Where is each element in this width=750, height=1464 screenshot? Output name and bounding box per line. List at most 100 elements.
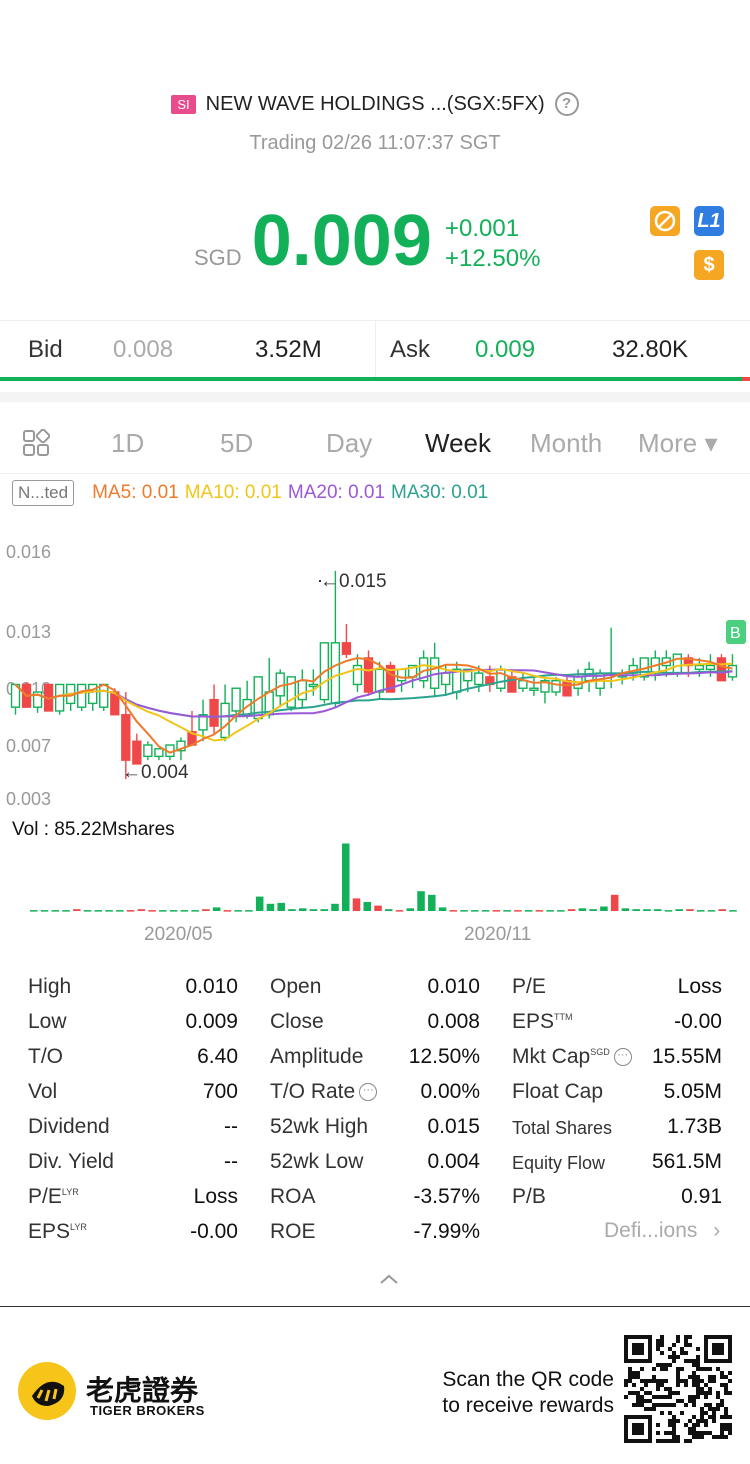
qr-module [672, 1351, 676, 1355]
ask-label: Ask [390, 335, 431, 363]
qr-module [668, 1439, 672, 1443]
qr-module [624, 1395, 628, 1399]
qr-module [696, 1423, 700, 1427]
qr-module [652, 1367, 656, 1371]
qr-module [716, 1435, 720, 1439]
dollar-icon[interactable]: $ [694, 250, 724, 280]
candle-body [518, 679, 528, 689]
tab-1d[interactable]: 1D [111, 428, 144, 459]
volume-bar [266, 903, 275, 911]
stock-title-row[interactable]: SI NEW WAVE HOLDINGS ...(SGX:5FX) ? [0, 92, 750, 116]
candle-body [374, 668, 385, 693]
qr-module [660, 1395, 664, 1399]
qr-module [640, 1395, 644, 1399]
stat-value: -0.00 [674, 1010, 722, 1033]
info-icon[interactable]: ··· [359, 1083, 378, 1102]
qr-module [676, 1335, 680, 1339]
stock-title: NEW WAVE HOLDINGS ...(SGX:5FX) [205, 92, 545, 115]
qr-module [656, 1339, 660, 1343]
qr-module [716, 1407, 720, 1411]
volume-bar [621, 908, 630, 911]
volume-bar [234, 910, 242, 912]
qr-module [684, 1339, 688, 1343]
period-tabs: 1D 5D Day Week Month More ▾ [0, 392, 750, 474]
info-icon[interactable]: ··· [613, 1048, 632, 1067]
volume-bar [148, 910, 156, 912]
bid-section: Bid 0.008 3.52M [0, 321, 376, 378]
qr-module [688, 1419, 692, 1423]
volume-bar [137, 909, 146, 911]
tab-month[interactable]: Month [530, 428, 602, 459]
adjust-toggle[interactable]: N...ted [12, 480, 75, 506]
stat-label: Open [270, 975, 322, 998]
qr-module [696, 1355, 700, 1359]
qr-module [696, 1395, 700, 1399]
volume-bar [105, 910, 113, 912]
qr-module [640, 1367, 644, 1371]
qr-module [724, 1435, 728, 1439]
help-icon[interactable]: ? [554, 92, 579, 116]
qr-module [640, 1387, 644, 1391]
qr-code-icon [624, 1335, 732, 1443]
ma-indicator-row: N...ted MA5: 0.01 MA10: 0.01 MA20: 0.01 … [12, 480, 488, 506]
qr-module [724, 1411, 728, 1415]
volume-bar [707, 910, 716, 912]
qr-module [692, 1379, 696, 1383]
tab-week[interactable]: Week [425, 428, 491, 459]
volume-bar [417, 891, 425, 911]
qr-module [628, 1375, 632, 1379]
qr-module [692, 1431, 696, 1435]
qr-module [652, 1375, 656, 1379]
ma10-label: MA10: 0.01 [184, 482, 282, 503]
qr-module [696, 1435, 700, 1439]
qr-module [720, 1371, 724, 1375]
qr-module [644, 1379, 648, 1383]
trading-status: Trading 02/26 11:07:37 SGT [249, 132, 501, 154]
level1-icon[interactable]: L1 [694, 206, 724, 236]
candlestick-chart[interactable]: 0.0160.0130.0100.0070.003 ←0.015 ←0.004 … [0, 530, 750, 950]
qr-module [684, 1439, 688, 1443]
qr-module [684, 1343, 688, 1347]
stat-value: 700 [202, 1080, 238, 1103]
volume-bar [385, 909, 393, 911]
qr-module [704, 1423, 708, 1427]
qr-module [644, 1383, 648, 1387]
no-short-icon[interactable] [650, 206, 680, 236]
definitions-link[interactable]: Defi...ions › [604, 1219, 720, 1243]
qr-module [680, 1347, 684, 1351]
stat-value: 12.50% [408, 1045, 480, 1068]
definitions-label: Defi...ions [604, 1219, 698, 1242]
grid-icon[interactable] [22, 428, 51, 462]
qr-module [664, 1379, 668, 1383]
volume-bar [524, 910, 533, 912]
stat-value: 0.010 [185, 975, 238, 998]
tab-more[interactable]: More ▾ [638, 428, 718, 459]
qr-module [720, 1427, 724, 1431]
volume-bar [481, 910, 490, 912]
volume-bar [202, 909, 210, 911]
candle-body [672, 653, 683, 674]
qr-module [660, 1335, 664, 1339]
qr-module [688, 1335, 692, 1339]
volume-bar [94, 910, 103, 912]
y-tick-label: 0.016 [6, 542, 51, 562]
collapse-caret-icon[interactable] [378, 1266, 400, 1292]
tab-day[interactable]: Day [326, 428, 372, 459]
qr-module [672, 1343, 676, 1347]
volume-bar [600, 906, 608, 911]
volume-bar [696, 910, 705, 912]
qr-module [700, 1387, 704, 1391]
qr-module [704, 1403, 708, 1407]
ma30-label: MA30: 0.01 [391, 482, 489, 503]
qr-module [728, 1379, 732, 1383]
qr-module [724, 1383, 728, 1387]
ask-ratio-bar [742, 377, 750, 381]
stat-label: Amplitude [270, 1045, 364, 1068]
tab-5d[interactable]: 5D [220, 428, 253, 459]
qr-module [648, 1407, 652, 1411]
volume-bar [578, 908, 587, 911]
qr-module [660, 1351, 664, 1355]
price-change: +0.001 +12.50% [445, 214, 540, 274]
price-row: SGD 0.009 [194, 205, 432, 277]
qr-module [660, 1439, 664, 1443]
